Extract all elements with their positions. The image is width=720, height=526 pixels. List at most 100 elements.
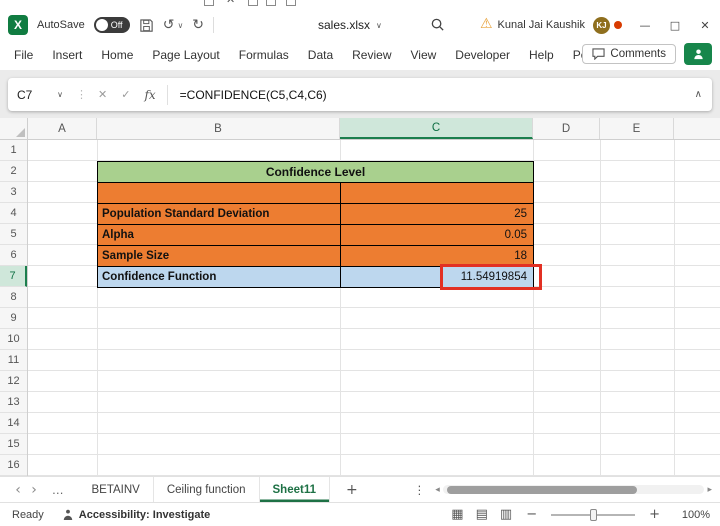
page-layout-view-icon[interactable]: ▤ xyxy=(476,507,488,522)
row-header-9[interactable]: 9 xyxy=(0,308,27,329)
row-header-16[interactable]: 16 xyxy=(0,455,27,476)
sheet-more-icon[interactable]: ⋮ xyxy=(414,483,426,497)
zoom-in-button[interactable]: + xyxy=(647,507,662,522)
cell-B7-label[interactable]: Confidence Function xyxy=(98,267,341,287)
share-button[interactable] xyxy=(684,43,712,65)
table-row[interactable]: Sample Size 18 xyxy=(98,246,533,267)
undo-icon[interactable]: ↺ xyxy=(163,17,175,33)
page-break-view-icon[interactable]: ▥ xyxy=(500,507,512,522)
minimize-button[interactable]: — xyxy=(630,10,660,40)
sheet-tab-betainv[interactable]: BETAINV xyxy=(79,477,154,502)
cell-B5-label[interactable]: Alpha xyxy=(98,225,341,245)
row-header-10[interactable]: 10 xyxy=(0,329,27,350)
row-header-14[interactable]: 14 xyxy=(0,413,27,434)
row-header-7[interactable]: 7 xyxy=(0,266,27,287)
row-header-13[interactable]: 13 xyxy=(0,392,27,413)
tab-developer[interactable]: Developer xyxy=(455,48,510,62)
new-sheet-button[interactable]: + xyxy=(346,482,358,498)
redo-icon[interactable]: ↻ xyxy=(192,17,204,33)
scroll-left-icon[interactable]: ◂ xyxy=(435,485,440,495)
tab-home[interactable]: Home xyxy=(101,48,133,62)
cell-C5-value[interactable]: 0.05 xyxy=(341,225,533,245)
scroll-right-icon[interactable]: ▸ xyxy=(707,485,712,495)
table-empty-row[interactable] xyxy=(98,183,533,204)
table-row[interactable]: Population Standard Deviation 25 xyxy=(98,204,533,225)
user-name[interactable]: Kunal Jai Kaushik xyxy=(498,19,585,31)
excel-logo-icon[interactable]: X xyxy=(8,15,28,35)
horizontal-scrollbar[interactable]: ◂ ▸ xyxy=(435,485,712,495)
column-header-a[interactable]: A xyxy=(28,118,97,139)
cell-C3[interactable] xyxy=(341,183,533,203)
tab-file[interactable]: File xyxy=(14,48,33,62)
row-header-11[interactable]: 11 xyxy=(0,350,27,371)
row-header-5[interactable]: 5 xyxy=(0,224,27,245)
column-header-e[interactable]: E xyxy=(600,118,674,139)
collapse-formula-bar-icon[interactable]: ∧ xyxy=(685,89,712,100)
row-header-4[interactable]: 4 xyxy=(0,203,27,224)
close-button[interactable]: ✕ xyxy=(690,10,720,40)
formula-input[interactable]: =CONFIDENCE(C5,C4,C6) xyxy=(172,88,685,102)
table-row[interactable]: Alpha 0.05 xyxy=(98,225,533,246)
tab-formulas[interactable]: Formulas xyxy=(239,48,289,62)
column-header-c[interactable]: C xyxy=(340,118,533,139)
cell-B3[interactable] xyxy=(98,183,341,203)
column-header-d[interactable]: D xyxy=(533,118,600,139)
cell-C6-value[interactable]: 18 xyxy=(341,246,533,266)
ribbon-right-actions: Comments xyxy=(582,43,712,65)
tab-view[interactable]: View xyxy=(411,48,437,62)
scrollbar-thumb[interactable] xyxy=(446,485,637,494)
select-all-corner[interactable] xyxy=(0,118,28,140)
table-row-active[interactable]: Confidence Function 11.54919854 xyxy=(98,267,533,288)
undo-dropdown-icon[interactable]: ∨ xyxy=(177,21,183,30)
drag-handle-icon[interactable]: ⋮ xyxy=(72,88,91,101)
search-icon[interactable] xyxy=(430,17,445,35)
sheet-nav-right-icon[interactable]: › xyxy=(26,482,42,498)
spreadsheet-cells[interactable]: Confidence Level Population Standard Dev… xyxy=(28,140,720,476)
normal-view-icon[interactable]: ▦ xyxy=(451,507,463,522)
tab-data[interactable]: Data xyxy=(308,48,333,62)
file-name: sales.xlsx xyxy=(318,18,371,32)
file-name-menu[interactable]: sales.xlsx ∨ xyxy=(318,10,382,40)
row-header-8[interactable]: 8 xyxy=(0,287,27,308)
tab-help[interactable]: Help xyxy=(529,48,554,62)
sheet-tab-sheet11[interactable]: Sheet11 xyxy=(259,477,330,502)
row-header-12[interactable]: 12 xyxy=(0,371,27,392)
tab-insert[interactable]: Insert xyxy=(52,48,82,62)
cell-C4-value[interactable]: 25 xyxy=(341,204,533,224)
tab-review[interactable]: Review xyxy=(352,48,391,62)
maximize-button[interactable]: □ xyxy=(660,10,690,40)
row-header-2[interactable]: 2 xyxy=(0,161,27,182)
zoom-slider[interactable] xyxy=(551,508,636,521)
save-icon[interactable] xyxy=(139,18,154,33)
cell-B4-label[interactable]: Population Standard Deviation xyxy=(98,204,341,224)
row-header-15[interactable]: 15 xyxy=(0,434,27,455)
zoom-slider-knob[interactable] xyxy=(590,508,598,521)
name-box[interactable]: C7 ∨ xyxy=(8,88,72,102)
sheet-tab-ceiling-function[interactable]: Ceiling function xyxy=(154,477,260,502)
comments-button[interactable]: Comments xyxy=(582,44,676,64)
scrollbar-track[interactable] xyxy=(442,485,705,494)
insert-function-icon[interactable]: fx xyxy=(137,88,162,102)
sheet-overflow-icon[interactable]: … xyxy=(52,483,65,497)
warning-icon[interactable]: ⚠ xyxy=(480,16,493,32)
cell-C7-value[interactable]: 11.54919854 xyxy=(341,267,533,287)
row-header-3[interactable]: 3 xyxy=(0,182,27,203)
cell-B6-label[interactable]: Sample Size xyxy=(98,246,341,266)
row-header-6[interactable]: 6 xyxy=(0,245,27,266)
sheet-tab-bar: ‹ › … BETAINV Ceiling function Sheet11 +… xyxy=(0,476,720,502)
autosave-toggle[interactable]: Off xyxy=(93,17,130,33)
table-title-row[interactable]: Confidence Level xyxy=(98,162,533,183)
zoom-level[interactable]: 100% xyxy=(674,509,710,521)
enter-icon[interactable]: ✓ xyxy=(114,88,137,101)
sheet-nav-left-icon[interactable]: ‹ xyxy=(10,482,26,498)
quick-access-toolbar: X AutoSave Off ↺ ∨ ↻ xyxy=(8,10,215,40)
cancel-icon[interactable]: ✕ xyxy=(91,88,114,101)
zoom-out-button[interactable]: − xyxy=(524,507,539,522)
autosave-state: Off xyxy=(110,20,123,30)
row-header-1[interactable]: 1 xyxy=(0,140,27,161)
table-icon xyxy=(266,0,276,6)
avatar[interactable]: KJ xyxy=(593,16,610,34)
tab-page-layout[interactable]: Page Layout xyxy=(152,48,219,62)
column-header-b[interactable]: B xyxy=(97,118,340,139)
accessibility-checker[interactable]: Accessibility: Investigate xyxy=(62,509,210,521)
